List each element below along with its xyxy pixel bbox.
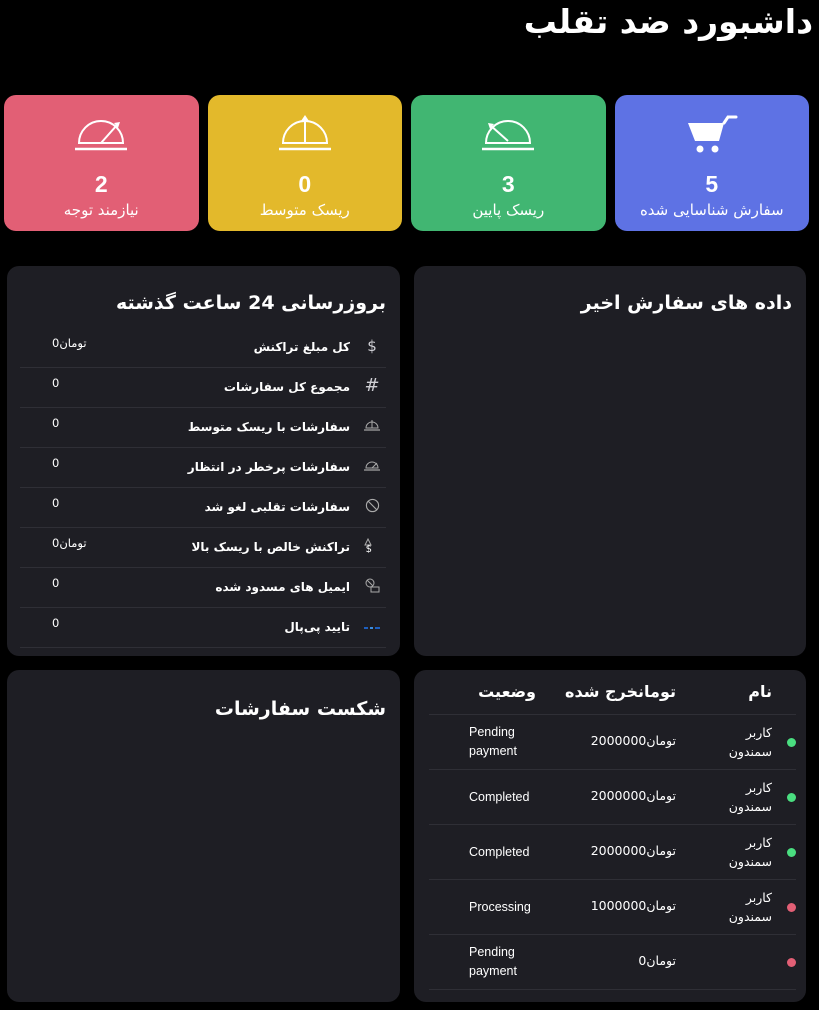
cell-amount: تومان2000000 bbox=[590, 733, 676, 748]
cell-name: کاربر سمندون bbox=[728, 890, 772, 924]
cell-amount: تومان1000000 bbox=[590, 898, 676, 913]
card-label: ریسک پایین bbox=[472, 201, 545, 219]
orders-table-panel: نام تومانخرج شده وضعیت کاربر سمندون توما… bbox=[414, 670, 806, 1002]
stat-value: 0 bbox=[52, 376, 60, 390]
card-label: ریسک متوسط bbox=[259, 201, 350, 219]
table-row[interactable]: کاربر سمندون تومان2000000 Pending paymen… bbox=[429, 715, 796, 770]
stat-label: تراکنش خالص با ریسک بالا bbox=[191, 540, 350, 554]
card-identified-orders[interactable]: 5 سفارش شناسایی شده bbox=[614, 95, 809, 231]
table-row[interactable]: تومان0 Pending payment bbox=[429, 935, 796, 990]
medium-gauge-icon bbox=[270, 113, 340, 157]
cell-status: Completed bbox=[469, 790, 530, 804]
stat-row: سفارشات با ریسک متوسط 0 bbox=[20, 408, 386, 448]
ban-icon bbox=[364, 498, 380, 514]
warning-dollar-icon: $ bbox=[364, 537, 380, 555]
hash-icon: # bbox=[364, 375, 380, 396]
stat-value: 0 bbox=[52, 616, 60, 630]
stat-value: 0 bbox=[52, 576, 60, 590]
cell-amount: تومان0 bbox=[638, 953, 676, 968]
stat-value: 0 bbox=[52, 456, 60, 470]
cell-status: Completed bbox=[469, 845, 530, 859]
stat-label: کل مبلغ تراکنش bbox=[253, 340, 350, 354]
stat-list: $ کل مبلغ تراکنش تومان0 # مجموع کل سفارش… bbox=[20, 328, 386, 648]
svg-text:$: $ bbox=[366, 544, 372, 553]
table-header: نام تومانخرج شده وضعیت bbox=[429, 670, 796, 715]
stat-label: سفارشات پرخطر در انتظار bbox=[187, 460, 350, 474]
stat-row: سفارشات پرخطر در انتظار 0 bbox=[20, 448, 386, 488]
stat-row: تایید پی‌پال 0 bbox=[20, 608, 386, 648]
summary-cards: 5 سفارش شناسایی شده 3 ریسک پایین 0 ریسک … bbox=[4, 95, 809, 231]
status-dot bbox=[787, 958, 796, 967]
card-label: سفارش شناسایی شده bbox=[639, 201, 784, 219]
panel-title: شکست سفارشات bbox=[214, 698, 386, 720]
stat-value: 0 bbox=[52, 416, 60, 430]
status-dot bbox=[787, 848, 796, 857]
table-row[interactable]: کاربر سمندون تومان1000000 Processing bbox=[429, 880, 796, 935]
cell-status: Processing bbox=[469, 900, 531, 914]
card-low-risk[interactable]: 3 ریسک پایین bbox=[411, 95, 606, 231]
stat-row: ایمیل های مسدود شده 0 bbox=[20, 568, 386, 608]
stat-label: مجموع کل سفارشات bbox=[223, 380, 350, 394]
stat-row: $ کل مبلغ تراکنش تومان0 bbox=[20, 328, 386, 368]
orders-table: نام تومانخرج شده وضعیت کاربر سمندون توما… bbox=[429, 670, 796, 990]
cell-name: کاربر سمندون bbox=[728, 780, 772, 814]
cell-status: Pending payment bbox=[469, 945, 517, 978]
status-dot bbox=[787, 793, 796, 802]
column-header-status[interactable]: وضعیت bbox=[478, 682, 536, 701]
paypal-icon bbox=[364, 618, 380, 634]
status-dot bbox=[787, 738, 796, 747]
card-count: 5 bbox=[705, 171, 719, 197]
low-gauge-icon bbox=[473, 113, 543, 157]
medium-gauge-icon bbox=[364, 418, 380, 434]
stat-value: 0 bbox=[52, 496, 60, 510]
stat-label: تایید پی‌پال bbox=[284, 620, 350, 634]
dollar-icon: $ bbox=[367, 337, 377, 355]
cell-status: Pending payment bbox=[469, 725, 517, 758]
stat-row: # مجموع کل سفارشات 0 bbox=[20, 368, 386, 408]
stat-label: ایمیل های مسدود شده bbox=[215, 580, 350, 594]
blocked-email-icon bbox=[364, 578, 380, 594]
stat-label: سفارشات با ریسک متوسط bbox=[187, 420, 350, 434]
stat-row: سفارشات تقلبی لغو شد 0 bbox=[20, 488, 386, 528]
column-header-amount[interactable]: تومانخرج شده bbox=[565, 682, 676, 701]
recent-orders-panel: داده های سفارش اخیر bbox=[414, 266, 806, 656]
stat-value: تومان0 bbox=[52, 536, 87, 550]
table-row[interactable]: کاربر سمندون تومان2000000 Completed bbox=[429, 825, 796, 880]
card-count: 3 bbox=[501, 171, 515, 197]
stat-label: سفارشات تقلبی لغو شد bbox=[204, 500, 350, 514]
table-row[interactable]: کاربر سمندون تومان2000000 Completed bbox=[429, 770, 796, 825]
cell-amount: تومان2000000 bbox=[590, 788, 676, 803]
high-gauge-icon bbox=[66, 113, 136, 157]
page-title: داشبورد ضد تقلب bbox=[523, 2, 813, 41]
cell-name: کاربر سمندون bbox=[728, 725, 772, 759]
panel-title: بروزرسانی 24 ساعت گذشته bbox=[115, 292, 386, 314]
cell-amount: تومان2000000 bbox=[590, 843, 676, 858]
card-medium-risk[interactable]: 0 ریسک متوسط bbox=[207, 95, 402, 231]
status-dot bbox=[787, 903, 796, 912]
stat-value: تومان0 bbox=[52, 336, 87, 350]
card-count: 2 bbox=[94, 171, 108, 197]
card-label: نیازمند توجه bbox=[63, 201, 139, 219]
cell-name: کاربر سمندون bbox=[728, 835, 772, 869]
column-header-name[interactable]: نام bbox=[748, 682, 772, 701]
panel-title: داده های سفارش اخیر bbox=[580, 292, 792, 314]
high-gauge-icon bbox=[364, 458, 380, 474]
card-needs-attention[interactable]: 2 نیازمند توجه bbox=[4, 95, 199, 231]
shopping-cart-icon bbox=[677, 113, 747, 157]
card-count: 0 bbox=[298, 171, 312, 197]
stat-row: $ تراکنش خالص با ریسک بالا تومان0 bbox=[20, 528, 386, 568]
order-breakdown-panel: شکست سفارشات bbox=[7, 670, 400, 1002]
